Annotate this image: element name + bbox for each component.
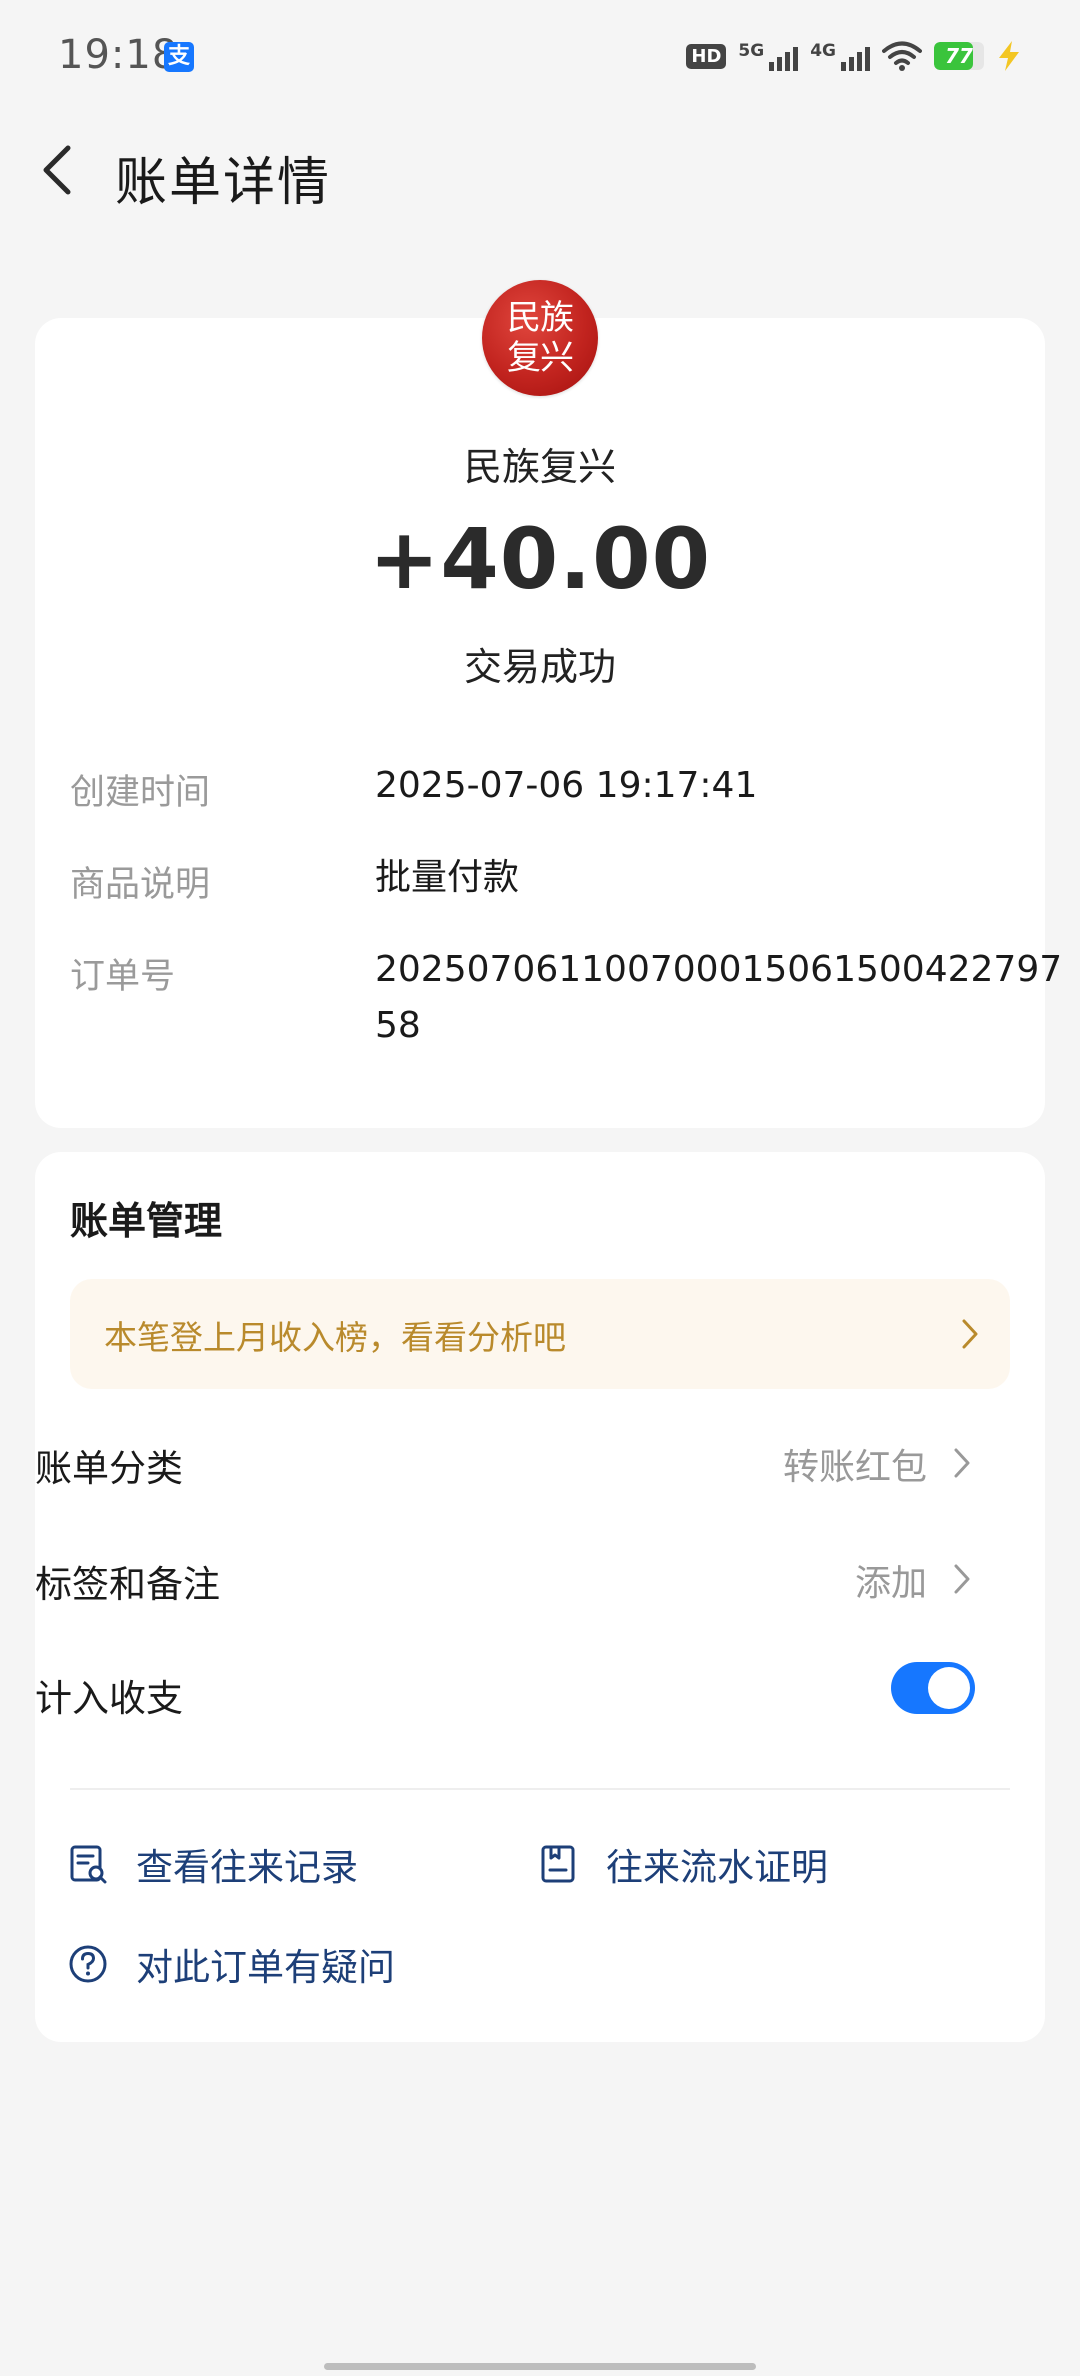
alipay-notification-icon: 支 xyxy=(164,42,194,72)
status-bar: 19:18 支 HD 5G 4G 77 xyxy=(0,0,1080,110)
divider xyxy=(70,1788,1010,1790)
order-question-link[interactable]: 对此订单有疑问 xyxy=(68,1934,395,1994)
row-label: 计入收支 xyxy=(35,1677,183,1720)
battery-level: 77 xyxy=(945,44,973,68)
battery-icon: 77 xyxy=(934,42,984,70)
detail-label: 商品说明 xyxy=(70,865,211,905)
count-in-budget-row: 计入收支 xyxy=(35,1650,975,1730)
hd-icon: HD xyxy=(686,43,727,69)
net-label-4g: 4G xyxy=(810,41,836,61)
row-label: 账单分类 xyxy=(35,1447,183,1490)
statement-proof-link[interactable]: 往来流水证明 xyxy=(538,1834,828,1894)
row-label: 标签和备注 xyxy=(35,1563,220,1606)
chevron-right-icon xyxy=(962,1319,978,1349)
detail-label: 创建时间 xyxy=(70,773,211,813)
page-title: 账单详情 xyxy=(115,153,332,213)
payee-name[interactable]: 民族复兴 xyxy=(35,436,1045,491)
view-history-link[interactable]: 查看往来记录 xyxy=(68,1834,358,1894)
top-nav: 账单详情 xyxy=(0,120,1080,220)
action-label: 对此订单有疑问 xyxy=(136,1946,395,1989)
signal-5g-icon: 5G xyxy=(738,41,799,71)
back-arrow-icon[interactable] xyxy=(34,142,84,198)
charging-bolt-icon xyxy=(999,41,1019,71)
bill-category-value: 转账红包 xyxy=(782,1447,927,1488)
toggle-knob xyxy=(928,1667,970,1709)
tags-add-value: 添加 xyxy=(854,1563,927,1604)
bill-category-row[interactable]: 账单分类 转账红包 xyxy=(35,1420,975,1500)
banner-text: 本笔登上月收入榜，看看分析吧 xyxy=(104,1318,566,1357)
transaction-status: 交易成功 xyxy=(463,645,616,689)
order-number-value[interactable]: 20250706110070001506150042279758 xyxy=(375,942,1075,1054)
home-indicator[interactable] xyxy=(324,2363,756,2370)
count-in-budget-toggle[interactable] xyxy=(891,1662,975,1714)
transaction-card: 民族复兴 民族复兴 +40.00 交易成功 创建时间 2025-07-06 19… xyxy=(35,280,1062,1128)
section-title: 账单管理 xyxy=(70,1199,223,1243)
question-circle-icon xyxy=(69,1945,107,1983)
tags-notes-row[interactable]: 标签和备注 添加 xyxy=(35,1536,975,1616)
transaction-amount: +40.00 xyxy=(368,510,712,608)
net-label-5g: 5G xyxy=(738,41,765,61)
detail-value: 批量付款 xyxy=(375,857,520,898)
action-label: 往来流水证明 xyxy=(606,1846,828,1889)
chevron-right-icon xyxy=(954,1564,970,1594)
record-search-icon xyxy=(70,1845,107,1884)
detail-label: 订单号 xyxy=(70,957,176,997)
statement-document-icon xyxy=(541,1845,575,1883)
wifi-icon xyxy=(882,41,922,71)
chevron-right-icon xyxy=(954,1448,970,1478)
status-indicators: HD 5G 4G 77 xyxy=(686,36,1022,76)
status-time: 19:18 xyxy=(58,32,179,78)
action-label: 查看往来记录 xyxy=(136,1846,358,1889)
signal-4g-icon: 4G xyxy=(810,41,870,71)
avatar-text: 民族复兴 xyxy=(507,298,574,378)
income-analysis-banner[interactable]: 本笔登上月收入榜，看看分析吧 xyxy=(70,1279,1010,1389)
detail-value: 2025-07-06 19:17:41 xyxy=(375,765,758,806)
payee-avatar[interactable]: 民族复兴 xyxy=(482,280,598,396)
